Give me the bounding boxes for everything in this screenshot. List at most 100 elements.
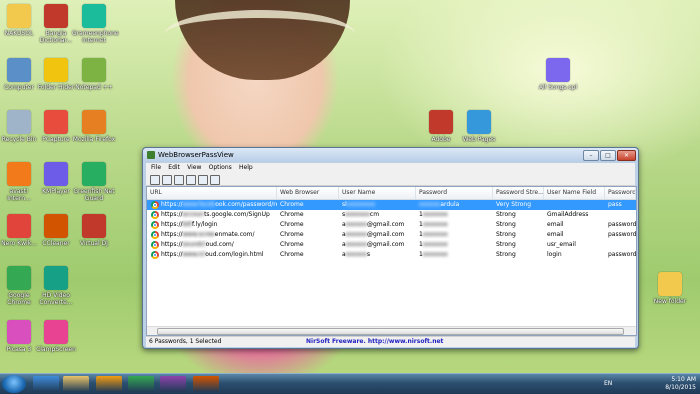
desktop-icon[interactable]: Grameenphone Internet xyxy=(72,4,119,44)
desktop-icon-label: Folder Hider xyxy=(37,84,75,91)
save-icon[interactable] xyxy=(150,175,160,185)
table-row[interactable]: https://bitlf.ly/login Chrome axxxxxx@gmai… xyxy=(147,220,636,230)
scrollbar-thumb[interactable] xyxy=(157,328,624,335)
desktop-icon-label: Virtual DJ xyxy=(80,240,108,247)
cell-browser: Chrome xyxy=(277,240,339,250)
cell-password: 1xxxxxxx xyxy=(416,210,493,220)
pcapture-icon xyxy=(44,110,68,134)
menu-view[interactable]: View xyxy=(187,163,201,173)
desktop-icon[interactable]: HD Video Converte... xyxy=(34,266,78,306)
file-explorer-icon[interactable] xyxy=(63,376,89,392)
cell-browser: Chrome xyxy=(277,200,339,210)
cell-browser-part: Chrome xyxy=(280,241,304,248)
clock[interactable]: 5:10 AM 8/10/2015 xyxy=(665,376,696,392)
cell-url-part: https:// xyxy=(161,201,183,208)
window-titlebar[interactable]: WebBrowserPassView – □ ✕ xyxy=(143,148,638,162)
menu-help[interactable]: Help xyxy=(239,163,253,173)
cell-user-field-part: GmailAddress xyxy=(547,211,589,218)
cell-password-part: xxxxxxx xyxy=(422,211,448,218)
column-password[interactable]: Password xyxy=(416,187,493,199)
menu-file[interactable]: File xyxy=(151,163,161,173)
desktop-icon[interactable]: ClampScreen xyxy=(34,320,78,353)
maximize-button[interactable]: □ xyxy=(600,150,616,161)
cell-url-part: https:// xyxy=(161,231,183,238)
cell-url-part: ts.google.com/SignUp xyxy=(204,211,270,218)
media-icon xyxy=(546,58,570,82)
cell-password-part: xxxxxxx xyxy=(422,241,448,248)
table-row[interactable]: https://accounts.google.com/SignUp Chrome… xyxy=(147,210,636,220)
table-row[interactable]: https://www.screeenmate.com/Chrome axxxxx… xyxy=(147,230,636,240)
cell-user-name-part: @gmail.com xyxy=(367,231,405,238)
nirsoft-link[interactable]: NirSoft Freeware. http://www.nirsoft.net xyxy=(306,338,443,345)
winrar-icon[interactable] xyxy=(160,376,186,392)
minimize-button[interactable]: – xyxy=(583,150,599,161)
desktop-icon-label: PCapture xyxy=(42,136,70,143)
webbrowserpassview-icon[interactable] xyxy=(193,376,219,392)
media-player-icon[interactable] xyxy=(96,376,122,392)
firefox-icon xyxy=(82,110,106,134)
cell-password-field-part: password xyxy=(608,231,636,238)
desktop-icon[interactable]: Notepad ++ xyxy=(72,58,116,91)
cell-password: 1xxxxxxx xyxy=(416,220,493,230)
menu-edit[interactable]: Edit xyxy=(168,163,180,173)
column-user-name-field[interactable]: User Name Field xyxy=(544,187,605,199)
cell-browser-part: Chrome xyxy=(280,211,304,218)
internet-explorer-icon[interactable] xyxy=(33,376,59,392)
column-url[interactable]: URL xyxy=(147,187,277,199)
copy-icon[interactable] xyxy=(174,175,184,185)
desktop-icon[interactable]: Mozilla Firefox xyxy=(72,110,116,143)
desktop-icon-label: Notepad ++ xyxy=(75,84,113,91)
cell-password: xxxxxxardula xyxy=(416,200,493,210)
cell-url: https://www.facebook.com/password/reauth… xyxy=(147,200,277,210)
cell-strength-part: Very Strong xyxy=(496,201,532,208)
cell-user-name: slxxxxxxxx xyxy=(339,200,416,210)
menu-options[interactable]: Options xyxy=(209,163,232,173)
start-button[interactable] xyxy=(2,375,26,393)
close-button[interactable]: ✕ xyxy=(617,150,636,161)
desktop-icon-label: CCleaner xyxy=(42,240,70,247)
netguard-icon xyxy=(82,162,106,186)
desktop-icon-label: Nero Kwik... xyxy=(1,240,37,247)
cell-url-part: f.ly/login xyxy=(192,221,218,228)
cell-user-name-part: xxxxxx xyxy=(345,241,367,248)
cell-user-name-part: xxxxxxxx xyxy=(346,201,376,208)
html-report-icon[interactable] xyxy=(198,175,208,185)
clock-time: 5:10 AM xyxy=(671,376,696,383)
column-password-field[interactable]: Password F... xyxy=(605,187,636,199)
column-user-name[interactable]: User Name xyxy=(339,187,416,199)
avast-icon xyxy=(7,162,31,186)
cell-strength-part: Strong xyxy=(496,251,516,258)
cell-url: https://www.screeenmate.com/ xyxy=(147,230,277,240)
desktop-icon[interactable]: New folder xyxy=(648,272,692,305)
desktop-icon-label: Google Chrome xyxy=(7,292,31,306)
chrome-icon[interactable] xyxy=(128,376,154,392)
table-row[interactable]: https://www.facebook.com/password/reauth… xyxy=(147,200,636,210)
properties-icon[interactable] xyxy=(162,175,172,185)
camera-icon xyxy=(44,320,68,344)
cell-password-field-part: password xyxy=(608,251,636,258)
table-row[interactable]: https://soundcloud.com/Chrome axxxxxx@gma… xyxy=(147,240,636,250)
cell-user-field-part: login xyxy=(547,251,562,258)
password-list[interactable]: URL Web Browser User Name Password Passw… xyxy=(146,186,637,336)
webbrowserpassview-window[interactable]: WebBrowserPassView – □ ✕ File Edit View … xyxy=(142,147,639,349)
desktop-icon[interactable]: Virtual DJ xyxy=(72,214,116,247)
language-indicator[interactable]: EN xyxy=(604,380,612,387)
modem-icon xyxy=(82,4,106,28)
column-web-browser[interactable]: Web Browser xyxy=(277,187,339,199)
desktop-icon[interactable]: Greenfish Net Guard xyxy=(72,162,116,202)
desktop-icon[interactable]: Web Pages xyxy=(457,110,501,143)
nero-icon xyxy=(7,214,31,238)
desktop-icon-label: All Songs.cpl xyxy=(538,84,578,91)
desktop-icon[interactable]: All Songs.cpl xyxy=(536,58,580,91)
open-icon[interactable] xyxy=(186,175,196,185)
table-row[interactable]: https://www.icloud.com/login.html Chrome a… xyxy=(147,250,636,260)
exit-icon[interactable] xyxy=(210,175,220,185)
cell-password-field: password xyxy=(605,250,636,260)
column-password-strength[interactable]: Password Stre... xyxy=(493,187,544,199)
horizontal-scrollbar[interactable] xyxy=(147,326,636,335)
video-converter-icon xyxy=(44,266,68,290)
cell-user-name: axxxxxx@gmail.com xyxy=(339,230,416,240)
cell-user-name: axxxxxx@gmail.com xyxy=(339,220,416,230)
cell-password-field: password xyxy=(605,220,636,230)
cell-strength: Very Strong xyxy=(493,200,544,210)
